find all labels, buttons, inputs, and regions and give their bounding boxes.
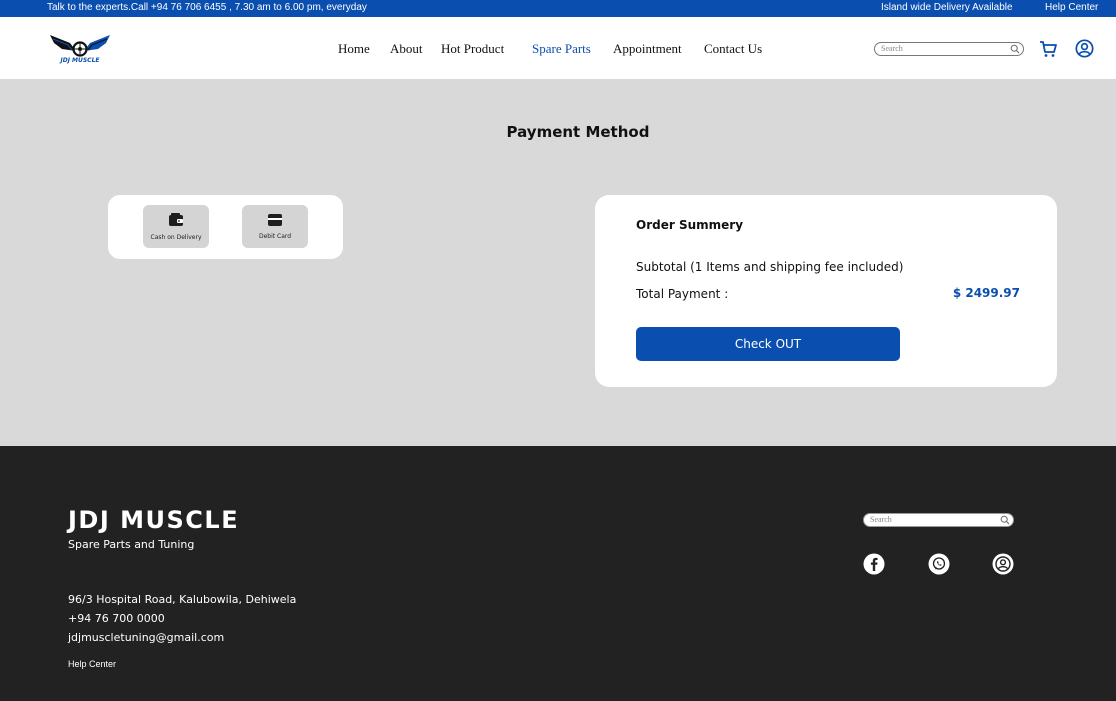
debit-card-label: Debit Card [258, 233, 292, 240]
footer-help-center-link[interactable]: Help Center [68, 659, 116, 669]
logo[interactable]: JDJ MUSCLE [48, 31, 112, 67]
contact-info: Talk to the experts.Call +94 76 706 6455… [47, 2, 367, 13]
subtotal-text: Subtotal (1 Items and shipping fee inclu… [636, 260, 904, 274]
footer: JDJ MUSCLE Spare Parts and Tuning 96/3 H… [0, 446, 1116, 701]
wallet-icon [169, 213, 183, 226]
footer-phone: +94 76 700 0000 [68, 612, 165, 625]
footer-address: 96/3 Hospital Road, Kalubowila, Dehiwela [68, 593, 297, 606]
nav-about[interactable]: About [390, 41, 423, 57]
nav-spare-parts[interactable]: Spare Parts [532, 41, 591, 57]
search-icon[interactable] [1010, 44, 1020, 54]
svg-text:JDJ MUSCLE: JDJ MUSCLE [59, 57, 100, 64]
search-placeholder: Search [881, 44, 903, 53]
cash-on-delivery-option[interactable]: Cash on Delivery [143, 205, 209, 248]
user-icon[interactable] [992, 553, 1014, 575]
footer-email[interactable]: jdjmuscletuning@gmail.com [68, 631, 224, 644]
total-payment-amount: $ 2499.97 [952, 286, 1020, 300]
user-icon[interactable] [1075, 39, 1094, 58]
cart-icon[interactable] [1039, 40, 1057, 58]
debit-card-option[interactable]: Debit Card [242, 205, 308, 248]
whatsapp-icon[interactable] [928, 553, 950, 575]
header: JDJ MUSCLE Home About Hot Product Spare … [0, 17, 1116, 79]
facebook-icon[interactable] [863, 553, 885, 575]
search-icon[interactable] [1000, 515, 1010, 525]
order-summary-card: Order Summery Subtotal (1 Items and ship… [595, 195, 1057, 387]
checkout-button[interactable]: Check OUT [636, 327, 900, 361]
payment-method-panel: Cash on Delivery Debit Card [108, 195, 343, 259]
cash-on-delivery-label: Cash on Delivery [150, 234, 202, 241]
search-input[interactable]: Search [874, 42, 1024, 56]
footer-brand: JDJ MUSCLE [68, 506, 240, 534]
nav-appointment[interactable]: Appointment [613, 41, 682, 57]
help-center-link[interactable]: Help Center [1045, 2, 1098, 13]
nav-home[interactable]: Home [338, 41, 370, 57]
delivery-notice: Island wide Delivery Available [881, 2, 1013, 13]
page-title: Payment Method [506, 123, 650, 141]
card-icon [268, 214, 282, 226]
total-payment-label: Total Payment : [636, 287, 729, 301]
footer-search-placeholder: Search [870, 515, 892, 524]
nav-hot-product[interactable]: Hot Product [441, 41, 504, 57]
order-summary-heading: Order Summery [636, 218, 744, 232]
nav-contact-us[interactable]: Contact Us [704, 41, 762, 57]
footer-search-input[interactable]: Search [863, 513, 1014, 527]
top-bar: Talk to the experts.Call +94 76 706 6455… [0, 0, 1116, 17]
footer-tagline: Spare Parts and Tuning [68, 538, 195, 551]
